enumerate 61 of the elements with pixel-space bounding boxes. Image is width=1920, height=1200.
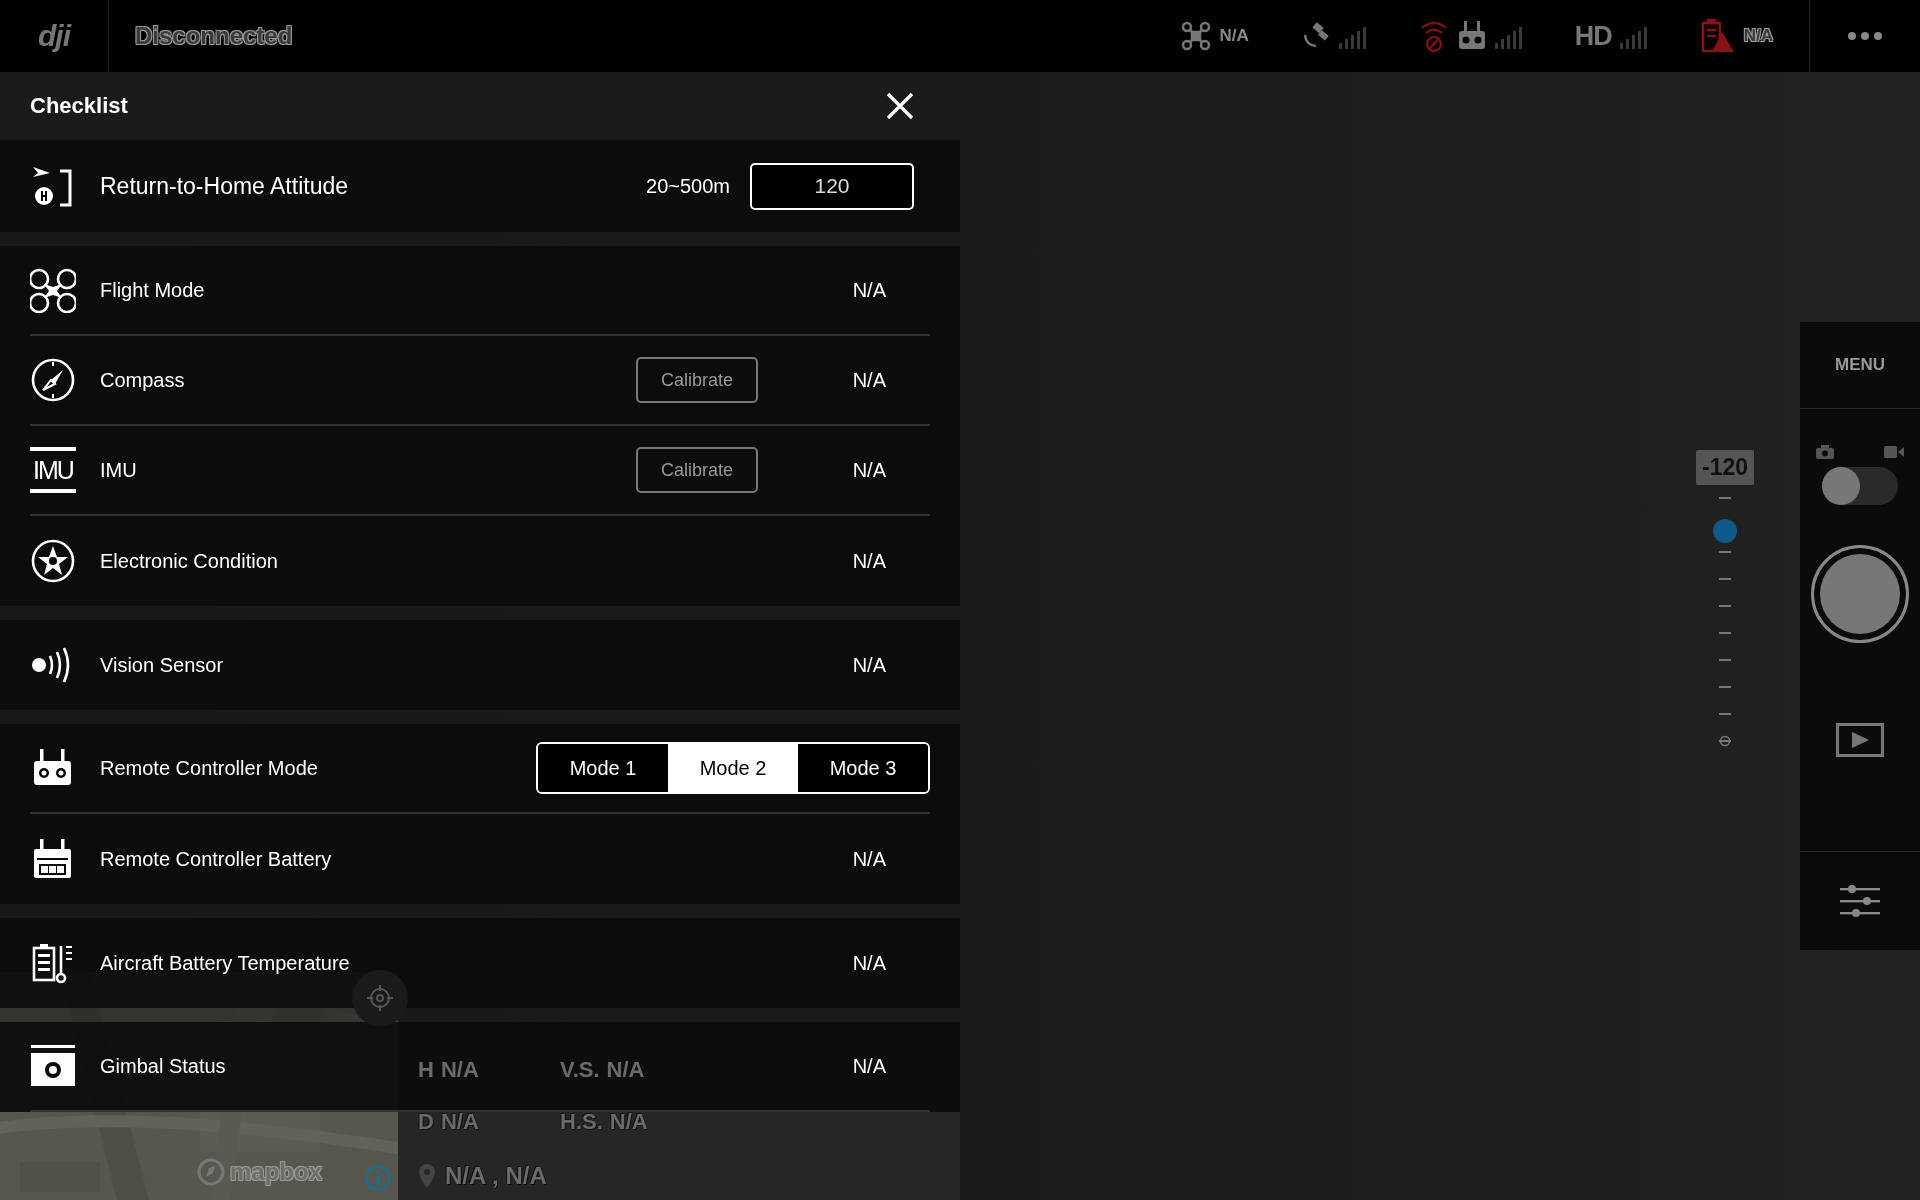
drone-icon <box>1181 21 1212 51</box>
status-value: N/A <box>851 368 887 392</box>
more-icon[interactable] <box>1847 31 1883 41</box>
row-label: Compass <box>100 368 185 392</box>
mode-switch[interactable] <box>1822 467 1898 505</box>
altitude-input[interactable]: 120 <box>750 162 914 210</box>
status-value: N/A <box>851 653 887 677</box>
telemetry-label: D <box>418 1109 434 1135</box>
video-link-label: HD <box>1574 20 1612 52</box>
telemetry-label: H <box>418 1057 434 1083</box>
telemetry-label: H.S. <box>560 1109 603 1135</box>
telemetry-value: N/A <box>609 1109 648 1135</box>
status-value: N/A <box>851 847 887 871</box>
row-label: Return-to-Home Attitude <box>100 172 348 200</box>
telemetry-value: N/A <box>440 1057 479 1083</box>
row-label: Aircraft Battery Temperature <box>100 951 350 975</box>
close-icon <box>886 92 914 120</box>
camera-icon <box>1816 445 1834 459</box>
status-value: N/A <box>851 951 887 975</box>
status-value: N/A <box>851 458 887 482</box>
row-label: Remote Controller Battery <box>100 847 332 871</box>
mode-tab[interactable]: Mode 1 <box>538 744 668 792</box>
row-label: Gimbal Status <box>100 1054 226 1078</box>
mapbox-logo-icon <box>196 1157 226 1187</box>
row-label: Vision Sensor <box>100 653 224 677</box>
mode-tab[interactable]: Mode 3 <box>798 744 928 792</box>
slider-end-icon <box>1719 735 1731 747</box>
battery-warning-icon <box>1699 18 1736 54</box>
telemetry-value: N/A <box>440 1109 479 1135</box>
telemetry-value: N/A <box>606 1057 645 1083</box>
camera-icon <box>30 1043 76 1089</box>
map-attribution: mapbox <box>230 1158 322 1186</box>
play-icon <box>1850 731 1870 749</box>
crosshair-icon <box>367 985 393 1011</box>
calibrate-button[interactable]: Calibrate <box>636 447 758 493</box>
logo: dji <box>38 19 70 53</box>
menu-button[interactable]: MENU <box>1828 354 1892 376</box>
pitch-reading: -120 <box>1695 450 1754 485</box>
panel-title: Checklist <box>30 93 128 119</box>
connection-status: Disconnected <box>135 22 293 50</box>
slider-thumb[interactable] <box>1713 519 1737 544</box>
row-label: Remote Controller Mode <box>100 756 318 780</box>
drone-icon <box>30 267 76 313</box>
calibrate-button[interactable]: Calibrate <box>636 357 758 403</box>
playback-button[interactable] <box>1836 723 1884 757</box>
mode-tab[interactable]: Mode 2 <box>668 744 798 792</box>
aircraft-status: N/A <box>1219 26 1249 46</box>
video-camera-icon <box>1884 445 1904 459</box>
telemetry-label: V.S. <box>560 1057 600 1083</box>
battery-status: N/A <box>1743 26 1773 46</box>
location-pin-icon <box>418 1163 436 1189</box>
status-value: N/A <box>851 1054 887 1078</box>
row-label: Electronic Condition <box>100 549 278 573</box>
row-label: Flight Mode <box>100 278 205 302</box>
status-value: N/A <box>851 549 887 573</box>
status-value: N/A <box>851 278 887 302</box>
range-hint: 20~500m <box>646 174 730 198</box>
wheel-icon <box>30 538 76 584</box>
compass-icon <box>30 357 76 403</box>
location-coordinates: N/A , N/A <box>445 1162 547 1190</box>
row-label: IMU <box>100 458 137 482</box>
